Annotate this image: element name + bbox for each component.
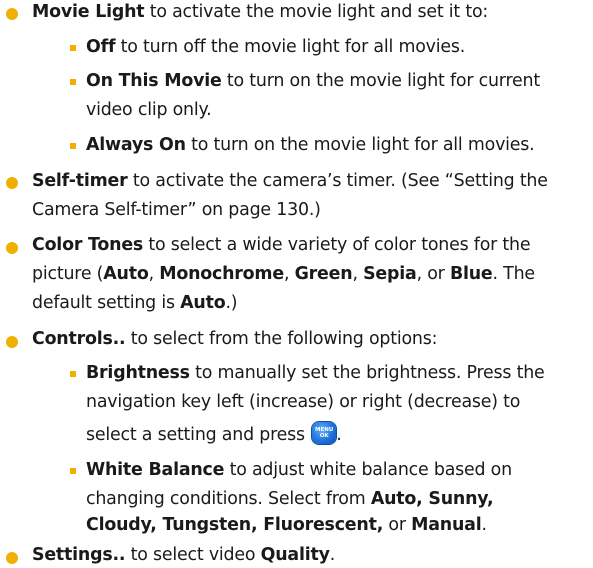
- list-item-settings: Settings.. to select video Quality.: [32, 543, 335, 568]
- text-run: .: [329, 545, 336, 565]
- item-description: to activate the movie light and set it t…: [144, 2, 489, 22]
- square-bullet-icon: [70, 45, 76, 51]
- list-item-controls: Controls.. to select from the following …: [32, 327, 437, 352]
- sub-item-on-this-movie: On This Movie to turn on the movie light…: [86, 69, 540, 94]
- text-run: ,: [352, 264, 364, 284]
- sub-item-on-this-movie-line2: video clip only.: [86, 100, 212, 120]
- ok-key-label: OK: [319, 433, 329, 439]
- manual-page: Movie Light to activate the movie light …: [0, 0, 593, 565]
- option-monochrome: Monochrome: [159, 264, 284, 284]
- term-label: Off: [86, 37, 116, 57]
- item-description: to select video: [125, 545, 261, 565]
- term-label: Settings..: [32, 545, 126, 565]
- round-bullet-icon: [6, 8, 18, 20]
- text-run: , or: [416, 264, 450, 284]
- sub-item-brightness-line3: select a setting and press MENU OK .: [86, 422, 342, 448]
- square-bullet-icon: [70, 468, 76, 474]
- term-label: Self-timer: [32, 171, 128, 191]
- text-run: ,: [283, 264, 295, 284]
- list-item-movie-light: Movie Light to activate the movie light …: [32, 0, 488, 25]
- item-description: to select a wide variety of color tones …: [143, 235, 531, 255]
- options-cloudy-tungsten-fluorescent: Cloudy, Tungsten, Fluorescent,: [86, 515, 384, 535]
- item-description: to turn on the movie light for all movie…: [185, 135, 535, 155]
- sub-item-brightness-line2: navigation key left (increase) or right …: [86, 392, 521, 412]
- option-manual: Manual: [411, 515, 482, 535]
- text-run: .: [336, 425, 342, 445]
- item-description: to turn on the movie light for current: [221, 71, 540, 91]
- round-bullet-icon: [6, 242, 18, 254]
- list-item-color-tones: Color Tones to select a wide variety of …: [32, 233, 531, 258]
- option-auto: Auto: [103, 264, 149, 284]
- term-label: Movie Light: [32, 2, 145, 22]
- round-bullet-icon: [6, 552, 18, 564]
- sub-item-off: Off to turn off the movie light for all …: [86, 35, 465, 60]
- list-item-color-tones-line3: default setting is Auto.): [32, 291, 238, 316]
- term-label: White Balance: [86, 460, 225, 480]
- item-description: to turn off the movie light for all movi…: [115, 37, 466, 57]
- list-item-color-tones-line2: picture (Auto, Monochrome, Green, Sepia,…: [32, 262, 535, 287]
- item-description: to manually set the brightness. Press th…: [189, 363, 545, 383]
- sub-item-white-balance-options: Cloudy, Tungsten, Fluorescent, or Manual…: [86, 513, 487, 538]
- term-label: Controls..: [32, 329, 126, 349]
- sub-item-white-balance: White Balance to adjust white balance ba…: [86, 458, 512, 483]
- item-description: to adjust white balance based on: [224, 460, 513, 480]
- item-description: to select from the following options:: [125, 329, 438, 349]
- square-bullet-icon: [70, 143, 76, 149]
- square-bullet-icon: [70, 371, 76, 377]
- text-run: ,: [148, 264, 160, 284]
- sub-item-brightness: Brightness to manually set the brightnes…: [86, 361, 545, 386]
- term-label: Always On: [86, 135, 186, 155]
- option-green: Green: [294, 264, 353, 284]
- term-label: Color Tones: [32, 235, 144, 255]
- round-bullet-icon: [6, 177, 18, 189]
- option-sepia: Sepia: [363, 264, 417, 284]
- default-auto: Auto: [180, 293, 226, 313]
- text-run: .): [225, 293, 238, 313]
- text-run: select a setting and press: [86, 425, 305, 445]
- option-quality: Quality: [260, 545, 330, 565]
- list-item-self-timer: Self-timer to activate the camera’s time…: [32, 169, 548, 194]
- term-label: On This Movie: [86, 71, 222, 91]
- menu-ok-key-icon: MENU OK: [312, 422, 337, 444]
- round-bullet-icon: [6, 336, 18, 348]
- term-label: Brightness: [86, 363, 190, 383]
- text-run: changing conditions. Select from: [86, 489, 371, 509]
- sub-item-white-balance-line2: changing conditions. Select from Auto, S…: [86, 487, 494, 512]
- text-run: or: [383, 515, 412, 535]
- text-run: . The: [492, 264, 536, 284]
- list-item-self-timer-line2: Camera Self-timer” on page 130.): [32, 200, 321, 220]
- option-blue: Blue: [449, 264, 493, 284]
- sub-item-always-on: Always On to turn on the movie light for…: [86, 133, 535, 158]
- item-description: to activate the camera’s timer. (See “Se…: [127, 171, 548, 191]
- text-run: .: [481, 515, 487, 535]
- text-run: picture (: [32, 264, 104, 284]
- square-bullet-icon: [70, 79, 76, 85]
- text-run: default setting is: [32, 293, 181, 313]
- options-auto-sunny: Auto, Sunny,: [370, 489, 494, 509]
